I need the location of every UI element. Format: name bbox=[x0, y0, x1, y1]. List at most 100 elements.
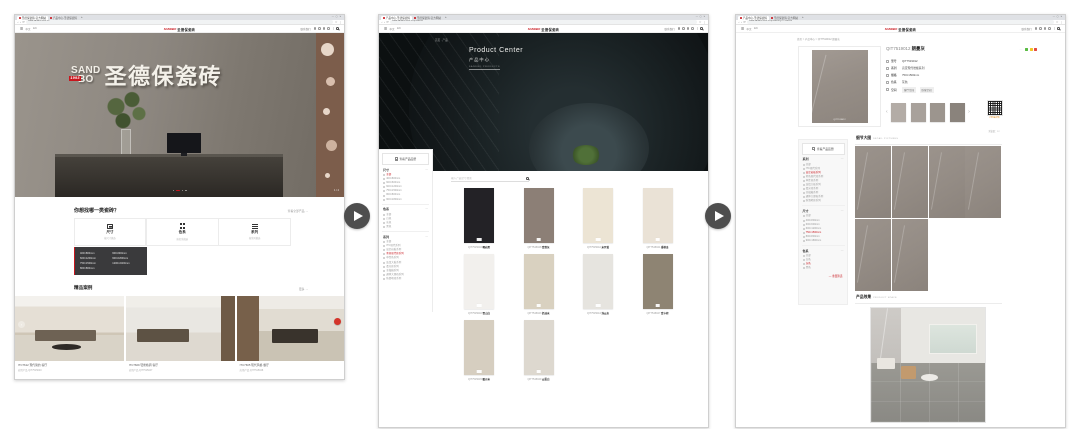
bookmark-icon[interactable]: ☆ bbox=[335, 20, 338, 25]
url-field[interactable]: www.sandbo.com.cn/product/QIT7519012 bbox=[747, 20, 1054, 23]
bookmark-icon[interactable]: ☆ bbox=[1056, 20, 1059, 25]
filter-option[interactable]: 黑色 bbox=[383, 225, 428, 229]
back-icon[interactable]: ‹ bbox=[382, 20, 383, 25]
case-caption[interactable]: ITC7605 现代风格·餐厅应用产品 QIT7515048 bbox=[237, 363, 345, 372]
reload-icon[interactable]: ⟳ bbox=[22, 20, 24, 25]
product-card[interactable]: QIT7515049 云雾白 bbox=[524, 320, 554, 386]
url-field[interactable]: www.sandbo.com.cn/products bbox=[390, 20, 697, 23]
hamburger-menu-icon[interactable]: ☰ bbox=[384, 27, 387, 31]
case-photo-living-room[interactable] bbox=[15, 296, 124, 361]
product-space-photo[interactable] bbox=[870, 307, 986, 423]
breadcrumb[interactable]: 首页 > 产品中心 > QIT7519012 朗曼灰 bbox=[797, 37, 840, 41]
filter-option[interactable]: 黑色 bbox=[803, 266, 844, 270]
browser-menu-icon[interactable]: ⋮ bbox=[1060, 20, 1063, 25]
size-option[interactable]: 400×800mm bbox=[80, 252, 109, 255]
share-icon[interactable] bbox=[327, 27, 330, 30]
search-input[interactable] bbox=[451, 177, 524, 180]
play-next-button[interactable] bbox=[344, 203, 370, 229]
hamburger-menu-icon[interactable]: ☰ bbox=[20, 27, 23, 31]
back-icon[interactable]: ‹ bbox=[739, 20, 740, 25]
product-card[interactable]: QIT7515044 浅云灰 bbox=[583, 254, 613, 320]
lang-switch-cn[interactable]: 中文 bbox=[747, 27, 752, 31]
product-swatch[interactable] bbox=[911, 103, 926, 122]
product-swatch[interactable] bbox=[950, 103, 965, 122]
view-all-products-link[interactable]: 查看全部产品 → bbox=[288, 209, 308, 213]
reset-filters-button[interactable]: — 重置筛选 bbox=[802, 274, 845, 278]
product-card[interactable]: QIT7515048 摩登灰 bbox=[524, 188, 554, 254]
wechat-icon[interactable] bbox=[1039, 27, 1042, 30]
weibo-share-icon[interactable] bbox=[1034, 48, 1037, 51]
weibo-icon[interactable] bbox=[687, 27, 690, 30]
carousel-next-icon[interactable]: › bbox=[968, 103, 970, 122]
qq-share-icon[interactable] bbox=[1030, 48, 1033, 51]
card-by-color[interactable]: 色系 按色系挑选 bbox=[146, 218, 219, 246]
forward-icon[interactable]: › bbox=[384, 20, 385, 25]
filter-option[interactable]: 防滑地砖系列 bbox=[383, 277, 428, 281]
collapse-icon[interactable]: — bbox=[425, 207, 428, 211]
size-option[interactable]: 1200×2400mm bbox=[112, 262, 141, 265]
detail-tile-image[interactable] bbox=[855, 146, 891, 218]
phone-icon[interactable] bbox=[314, 27, 317, 30]
back-icon[interactable]: ‹ bbox=[18, 20, 19, 25]
lang-switch-cn[interactable]: 中文 bbox=[390, 27, 395, 31]
size-option[interactable]: 900×900mm bbox=[112, 252, 141, 255]
product-card[interactable]: QIT7515047 摩卡棕 bbox=[643, 254, 673, 320]
filter-option[interactable]: 900×1800mm bbox=[383, 198, 428, 202]
case-photo-living-room[interactable] bbox=[126, 296, 235, 361]
collapse-icon[interactable]: — bbox=[425, 235, 428, 239]
search-icon[interactable] bbox=[526, 177, 529, 180]
url-field[interactable]: www.sandbo.com.cn bbox=[26, 20, 333, 23]
product-card[interactable]: QIT7515040 雪山白 bbox=[464, 254, 494, 320]
carousel-dots[interactable] bbox=[172, 190, 186, 191]
more-icon[interactable]: ··· bbox=[1020, 47, 1023, 51]
dot-active[interactable] bbox=[176, 190, 181, 191]
collapse-icon[interactable]: — bbox=[425, 168, 428, 172]
browser-menu-icon[interactable]: ⋮ bbox=[703, 20, 706, 25]
search-icon[interactable] bbox=[336, 27, 339, 30]
lang-switch-en[interactable]: EN bbox=[397, 27, 400, 30]
detail-tile-image[interactable] bbox=[929, 146, 965, 218]
collapse-icon[interactable]: — bbox=[841, 157, 844, 161]
dot[interactable] bbox=[182, 190, 183, 191]
collapse-icon[interactable]: — bbox=[841, 249, 844, 253]
product-card[interactable]: QIT7515046 曜岩黑 bbox=[464, 188, 494, 254]
service-float-button[interactable] bbox=[334, 318, 341, 325]
contact-link[interactable]: 联系我们 bbox=[301, 27, 311, 31]
product-card[interactable]: QIT7515043 奶油米 bbox=[524, 254, 554, 320]
phone-icon[interactable] bbox=[678, 27, 681, 30]
space-tag[interactable]: 卧室空间 bbox=[920, 87, 934, 92]
filter-option[interactable]: 900×1800mm bbox=[803, 239, 844, 243]
carousel-prev-icon[interactable]: ‹ bbox=[18, 321, 25, 328]
reload-icon[interactable]: ⟳ bbox=[386, 20, 388, 25]
size-option[interactable]: 600×1200mm bbox=[80, 257, 109, 260]
search-icon[interactable] bbox=[700, 27, 703, 30]
more-cases-link[interactable]: 更多 → bbox=[299, 287, 308, 291]
carousel-prev-icon[interactable]: ‹ bbox=[886, 103, 888, 122]
forward-icon[interactable]: › bbox=[20, 20, 21, 25]
card-by-size[interactable]: 尺寸 按尺寸挑选 bbox=[74, 218, 147, 246]
size-option[interactable]: 750×1500mm bbox=[80, 262, 109, 265]
lang-switch-cn[interactable]: 中文 bbox=[26, 27, 31, 31]
dot[interactable] bbox=[185, 190, 186, 191]
contact-link[interactable]: 联系我们 bbox=[665, 27, 675, 31]
detail-tile-image[interactable] bbox=[965, 146, 1001, 218]
dot[interactable] bbox=[172, 190, 173, 191]
bookmark-icon[interactable]: ☆ bbox=[699, 20, 702, 25]
site-logo[interactable]: SANDBO圣德保瓷砖 bbox=[528, 25, 560, 33]
detail-tile-image[interactable] bbox=[892, 146, 928, 218]
site-logo[interactable]: SANDBO圣德保瓷砖 bbox=[164, 25, 196, 33]
hero-banner[interactable]: SANDBO1993 圣德保瓷砖 1 / 4 bbox=[15, 33, 344, 197]
wechat-share-icon[interactable] bbox=[1025, 48, 1028, 51]
detail-tile-image[interactable] bbox=[855, 219, 891, 291]
lang-switch-en[interactable]: EN bbox=[754, 27, 757, 30]
phone-icon[interactable] bbox=[1035, 27, 1038, 30]
search-icon[interactable] bbox=[1057, 27, 1060, 30]
card-by-series[interactable]: 系列 按系列挑选 bbox=[218, 218, 291, 246]
contact-link[interactable]: 联系我们 bbox=[1022, 27, 1032, 31]
catalog-button[interactable]: 查看产品画册 bbox=[382, 153, 429, 165]
product-card[interactable]: QIT7515041 香槟金 bbox=[643, 188, 673, 254]
product-card[interactable]: QIT7515042 米罗黄 bbox=[583, 188, 613, 254]
size-option[interactable]: 800×800mm bbox=[80, 267, 109, 270]
case-photo-dining-room[interactable] bbox=[237, 296, 345, 361]
product-main-image[interactable]: QIT7519012 bbox=[798, 46, 881, 127]
